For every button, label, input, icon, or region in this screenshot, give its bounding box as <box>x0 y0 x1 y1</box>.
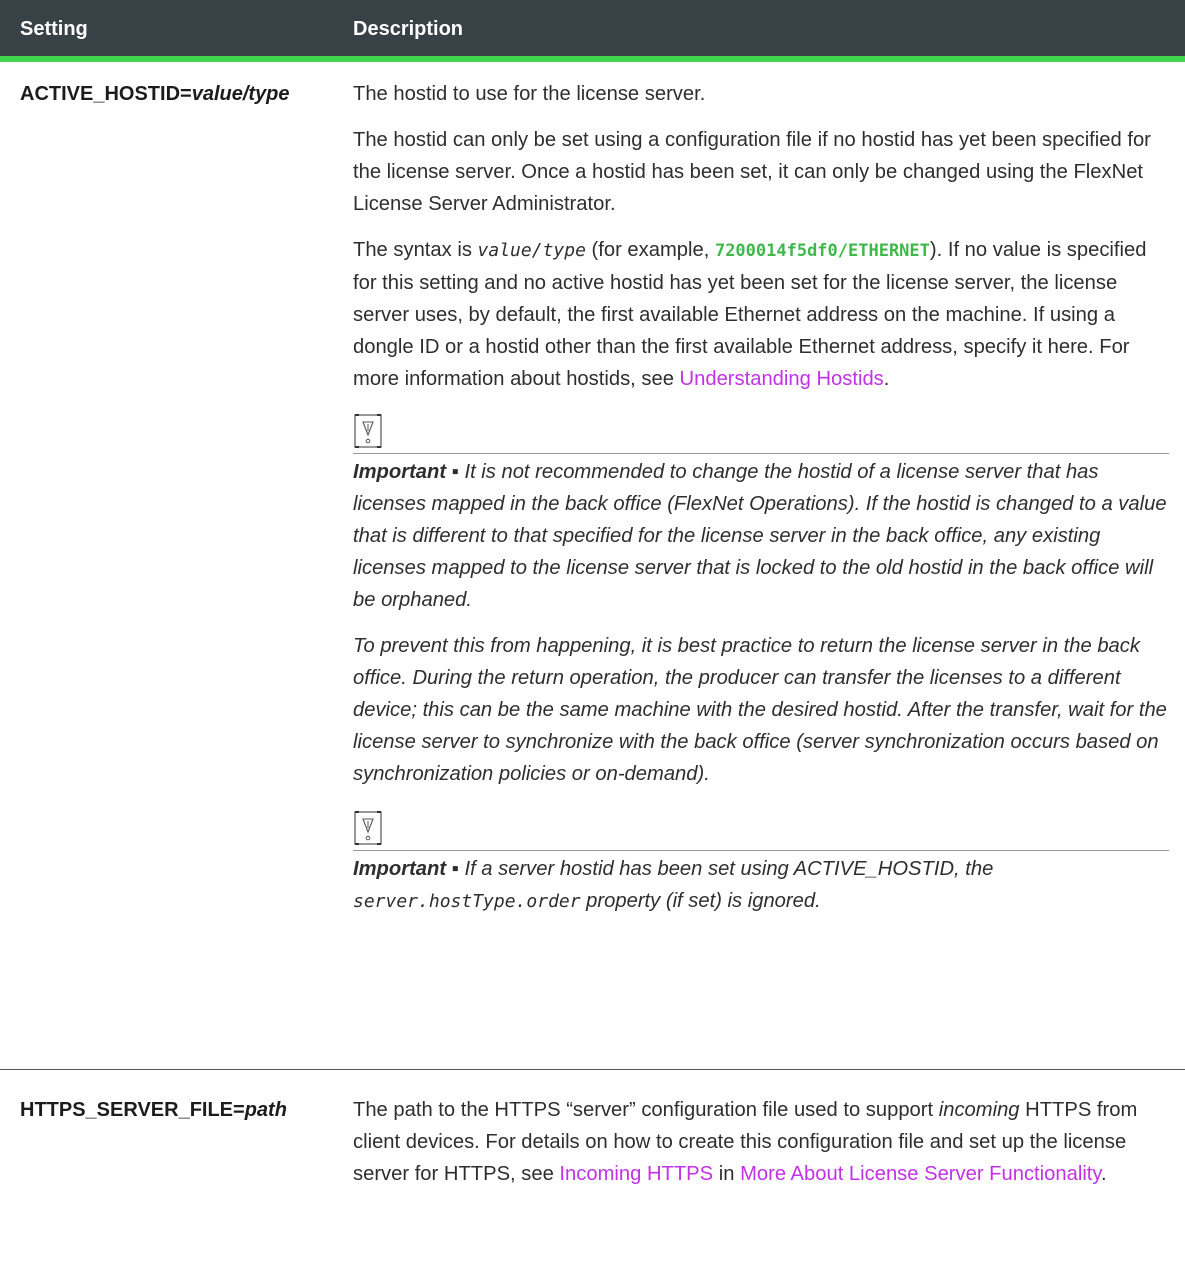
table-row: HTTPS_SERVER_FILE=path The path to the H… <box>0 1070 1185 1190</box>
header-setting: Setting <box>20 17 88 40</box>
link-incoming-https[interactable]: Incoming HTTPS <box>559 1163 713 1185</box>
note-text: If a server hostid has been set using AC… <box>458 858 994 880</box>
syntax-code: value/type <box>477 240 586 261</box>
note-label: Important ▪ <box>353 461 459 483</box>
link-understanding-hostids[interactable]: Understanding Hostids <box>680 368 884 390</box>
text: . <box>1101 1163 1107 1185</box>
setting-description: The hostid to use for the license server… <box>329 62 1185 1069</box>
setting-key: HTTPS_SERVER_FILE= <box>20 1099 245 1121</box>
property-code: server.hostType.order <box>353 891 581 912</box>
important-note: Important ▪ It is not recommended to cha… <box>353 453 1169 790</box>
note-text: property (if set) is ignored. <box>580 890 821 912</box>
note-paragraph: Important ▪ If a server hostid has been … <box>353 853 1169 918</box>
description-paragraph: The syntax is value/type (for example, 7… <box>353 234 1169 395</box>
setting-key: ACTIVE_HOSTID= <box>20 83 192 105</box>
important-note: Important ▪ If a server hostid has been … <box>353 850 1169 918</box>
table-row: ACTIVE_HOSTID=value/type The hostid to u… <box>0 62 1185 1070</box>
text: in <box>713 1163 741 1185</box>
setting-name-https-server-file: HTTPS_SERVER_FILE=path <box>0 1070 329 1190</box>
link-more-about-license-server[interactable]: More About License Server Functionality <box>740 1163 1101 1185</box>
text: (for example, <box>585 239 715 261</box>
setting-value: value/type <box>191 83 290 105</box>
text: The path to the HTTPS “server” configura… <box>353 1099 939 1121</box>
example-code: 7200014f5df0/ETHERNET <box>714 241 930 261</box>
table-header: Setting Description <box>0 0 1185 62</box>
important-note-icon <box>354 414 382 448</box>
emphasis: incoming <box>938 1099 1020 1121</box>
text: . <box>883 368 890 390</box>
setting-name-active-hostid: ACTIVE_HOSTID=value/type <box>0 62 329 1069</box>
text: The syntax is <box>353 239 478 261</box>
note-label: Important ▪ <box>353 858 459 880</box>
description-paragraph: The hostid to use for the license server… <box>353 83 706 105</box>
settings-table: Setting Description ACTIVE_HOSTID=value/… <box>0 0 1185 1190</box>
header-description: Description <box>353 17 464 40</box>
note-paragraph: To prevent this from happening, it is be… <box>353 635 1167 785</box>
important-note-icon <box>354 811 382 845</box>
description-paragraph: The path to the HTTPS “server” configura… <box>353 1094 1169 1190</box>
setting-description: The path to the HTTPS “server” configura… <box>329 1070 1185 1190</box>
setting-value: path <box>244 1099 287 1121</box>
note-text: It is not recommended to change the host… <box>353 461 1167 611</box>
note-paragraph: Important ▪ It is not recommended to cha… <box>353 456 1169 616</box>
description-paragraph: The hostid can only be set using a confi… <box>353 129 1151 215</box>
